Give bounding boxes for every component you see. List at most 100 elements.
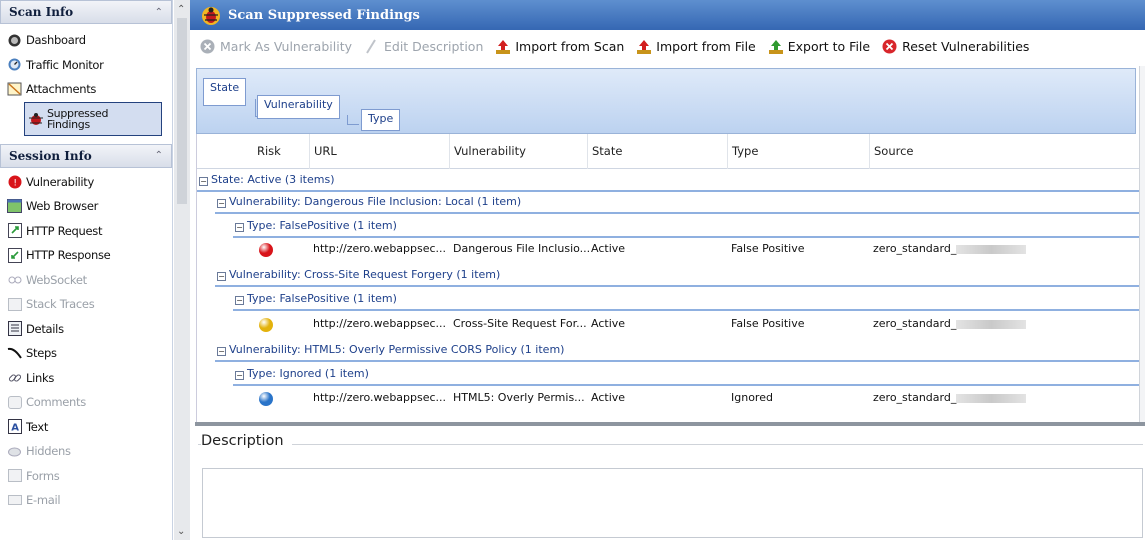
session-info-header[interactable]: Session Info ⌃	[0, 143, 172, 168]
nav-item-links[interactable]: Links	[0, 366, 172, 391]
collapse-toggle-icon[interactable]: −	[235, 223, 244, 232]
nav-item-traffic-monitor[interactable]: Traffic Monitor	[0, 53, 172, 78]
type-cell: False Positive	[731, 242, 805, 255]
type-group-row[interactable]: − Type: Ignored (1 item)	[235, 363, 369, 385]
type-group-label: Type: Ignored (1 item)	[247, 367, 369, 380]
nav-item-http-request[interactable]: HTTP Request	[0, 219, 172, 244]
type-group-label: Type: FalsePositive (1 item)	[247, 219, 397, 232]
type-group-row[interactable]: − Type: FalsePositive (1 item)	[235, 215, 397, 237]
redacted-text	[956, 244, 1027, 254]
web-browser-icon	[6, 198, 23, 214]
nav-item-label: Suppressed Findings	[47, 106, 109, 131]
svg-text:A: A	[11, 423, 19, 434]
reset-icon	[882, 39, 898, 55]
details-icon	[6, 321, 23, 337]
type-cell: Ignored	[731, 391, 773, 404]
type-cell: False Positive	[731, 317, 805, 330]
nav-item-label: Attachments	[26, 82, 97, 97]
source-cell: zero_standard_	[873, 237, 1027, 261]
nav-item-websocket: WebSocket	[0, 268, 172, 293]
nav-item-label: Steps	[26, 346, 57, 361]
type-group-row[interactable]: − Type: FalsePositive (1 item)	[235, 288, 397, 310]
steps-icon	[6, 345, 23, 361]
left-navigation-pane: Scan Info ⌃ Dashboard Traffic Monitor At…	[0, 0, 173, 540]
nav-item-forms: Forms	[0, 464, 172, 489]
reset-vulnerabilities-button[interactable]: Reset Vulnerabilities	[882, 39, 1029, 55]
email-icon	[6, 492, 23, 508]
state-cell: Active	[591, 391, 626, 404]
vulnerability-group-row[interactable]: − Vulnerability: Cross-Site Request Forge…	[217, 264, 500, 286]
section-rule	[198, 444, 1143, 445]
vulnerability-group-label: Vulnerability: Dangerous File Inclusion:…	[229, 195, 522, 208]
mark-as-vulnerability-button[interactable]: Mark As Vulnerability	[200, 39, 352, 55]
table-row[interactable]: http://zero.webappsec... Cross-Site Requ…	[197, 312, 1143, 336]
vulnerability-group-row[interactable]: − Vulnerability: HTML5: Overly Permissive…	[217, 339, 564, 361]
risk-info-icon	[259, 392, 273, 406]
column-header-type[interactable]: Type	[727, 134, 869, 169]
nav-item-attachments[interactable]: Attachments	[0, 77, 172, 102]
group-chip-type[interactable]: Type	[361, 109, 401, 131]
nav-item-vulnerability[interactable]: ! Vulnerability	[0, 170, 172, 195]
state-group-row[interactable]: − State: Active (3 items)	[199, 169, 335, 191]
nav-item-web-browser[interactable]: Web Browser	[0, 194, 172, 219]
risk-medium-icon	[259, 318, 273, 332]
collapse-toggle-icon[interactable]: −	[217, 199, 226, 208]
nav-item-dashboard[interactable]: Dashboard	[0, 28, 172, 53]
collapse-toggle-icon[interactable]: −	[217, 272, 226, 281]
nav-item-suppressed-findings[interactable]: Suppressed Findings	[24, 101, 162, 136]
import-from-file-button[interactable]: Import from File	[636, 39, 756, 55]
scrollbar-thumb[interactable]	[177, 18, 187, 204]
group-underline	[215, 285, 1143, 287]
http-response-icon	[6, 247, 23, 263]
pencil-icon	[364, 38, 380, 55]
scroll-up-icon[interactable]: ⌃	[177, 4, 185, 15]
edit-description-label: Edit Description	[384, 39, 484, 54]
source-text: zero_standard_	[873, 391, 957, 404]
group-by-panel[interactable]: State Vulnerability Type	[196, 68, 1136, 134]
group-chip-vulnerability[interactable]: Vulnerability	[257, 95, 340, 119]
nav-item-label: Hiddens	[26, 444, 71, 459]
nav-item-label: Stack Traces	[26, 297, 95, 312]
nav-item-steps[interactable]: Steps	[0, 341, 172, 366]
import-from-file-label: Import from File	[656, 39, 756, 54]
scroll-down-icon[interactable]: ⌄	[177, 526, 185, 537]
collapse-toggle-icon[interactable]: −	[235, 296, 244, 305]
vulnerability-group-label: Vulnerability: HTML5: Overly Permissive …	[229, 343, 565, 356]
column-header-source[interactable]: Source	[869, 134, 1143, 169]
table-row[interactable]: http://zero.webappsec... HTML5: Overly P…	[197, 386, 1143, 410]
collapse-chevron-icon[interactable]: ⌃	[155, 7, 163, 18]
group-chip-state[interactable]: State	[203, 78, 247, 106]
column-header-url[interactable]: URL	[309, 134, 449, 169]
left-pane-scrollbar[interactable]: ⌃ ⌄	[174, 0, 190, 540]
links-icon	[6, 370, 23, 386]
nav-item-label: Details	[26, 321, 64, 336]
text-icon: A	[6, 419, 23, 435]
column-header-state[interactable]: State	[587, 134, 725, 169]
url-cell: http://zero.webappsec...	[313, 242, 447, 255]
nav-item-label: Vulnerability	[26, 174, 95, 189]
edit-description-button[interactable]: Edit Description	[364, 38, 484, 55]
type-group-label: Type: FalsePositive (1 item)	[247, 292, 397, 305]
nav-item-text[interactable]: A Text	[0, 415, 172, 440]
scan-info-header[interactable]: Scan Info ⌃	[0, 0, 172, 24]
dashboard-icon	[6, 32, 23, 48]
collapse-toggle-icon[interactable]: −	[235, 371, 244, 380]
vulnerability-group-row[interactable]: − Vulnerability: Dangerous File Inclusion…	[217, 191, 521, 213]
nav-item-http-response[interactable]: HTTP Response	[0, 243, 172, 268]
splitter-bar[interactable]	[195, 422, 1145, 426]
column-header-vulnerability[interactable]: Vulnerability	[449, 134, 583, 169]
vulnerability-cell: Dangerous File Inclusio...	[453, 242, 591, 255]
export-to-file-button[interactable]: Export to File	[768, 39, 870, 55]
column-header-risk[interactable]: Risk	[253, 134, 297, 169]
grid-scrollbar[interactable]	[1139, 66, 1145, 422]
table-row[interactable]: http://zero.webappsec... Dangerous File …	[197, 237, 1143, 261]
collapse-toggle-icon[interactable]: −	[199, 177, 208, 186]
description-textarea[interactable]	[202, 468, 1143, 538]
suppressed-findings-panel: Scan Suppressed Findings Mark As Vulnera…	[190, 0, 1145, 540]
scan-info-title: Scan Info	[9, 5, 74, 19]
collapse-chevron-icon[interactable]: ⌃	[155, 150, 163, 161]
collapse-toggle-icon[interactable]: −	[217, 347, 226, 356]
export-icon	[768, 39, 784, 55]
import-from-scan-button[interactable]: Import from Scan	[495, 39, 624, 55]
nav-item-details[interactable]: Details	[0, 317, 172, 342]
